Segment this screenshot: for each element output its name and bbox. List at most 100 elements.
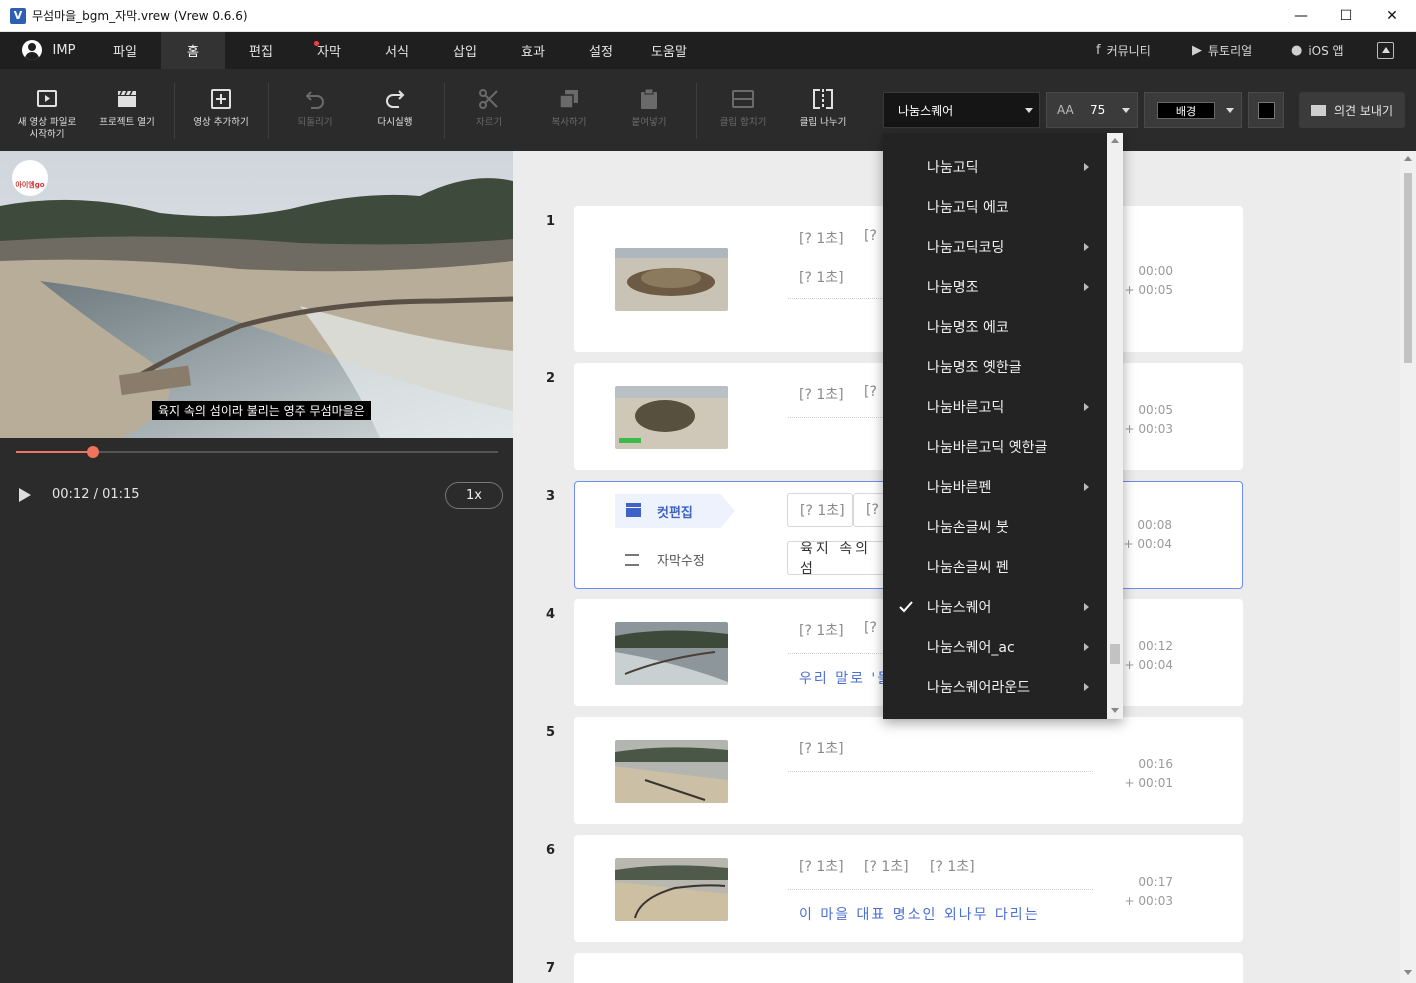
- tutorial-label: 튜토리얼: [1208, 44, 1253, 58]
- silence-marker[interactable]: [? 1초]: [799, 267, 844, 287]
- clip-card[interactable]: [574, 953, 1243, 983]
- progress-fill: [16, 451, 94, 453]
- menu-format[interactable]: 서식: [365, 32, 429, 69]
- community-link[interactable]: f 커뮤니티: [1096, 32, 1151, 69]
- copy-button[interactable]: 복사하기: [536, 69, 602, 151]
- clip-number: 7: [546, 961, 556, 976]
- font-family-dropdown: 나눔고딕 나눔고딕 에코 나눔고딕코딩 나눔명조 나눔명조 에코 나눔명조 옛한글 나눔바른…: [883, 133, 1123, 719]
- video-preview[interactable]: 아이엠go 육지 속의 섬이라 불리는 영주 무섬마을은: [0, 151, 513, 438]
- menu-help[interactable]: 도움말: [637, 32, 701, 69]
- progress-knob[interactable]: [87, 446, 100, 458]
- scroll-down-arrow[interactable]: [1111, 708, 1119, 713]
- background-select[interactable]: 배경: [1144, 92, 1242, 128]
- font-option[interactable]: 나눔바른고딕: [883, 387, 1107, 427]
- add-video-button[interactable]: 영상 추가하기: [186, 69, 256, 151]
- scroll-up-arrow[interactable]: [1404, 156, 1412, 161]
- scroll-up-arrow[interactable]: [1111, 138, 1119, 143]
- font-option[interactable]: 나눔손글씨 펜: [883, 547, 1107, 587]
- font-size-select[interactable]: AA 75: [1046, 92, 1138, 128]
- clip-thumbnail[interactable]: [615, 740, 728, 803]
- font-option[interactable]: 나눔바른펜: [883, 467, 1107, 507]
- font-option[interactable]: 나눔명조 에코: [883, 307, 1107, 347]
- clip-card[interactable]: [? 1초] 00:16 + 00:01: [574, 717, 1243, 824]
- font-option[interactable]: 나눔고딕코딩: [883, 227, 1107, 267]
- cut-button[interactable]: 자르기: [456, 69, 522, 151]
- close-button[interactable]: ✕: [1369, 0, 1415, 32]
- toolbar-divider: [444, 83, 445, 139]
- maximize-button[interactable]: ☐: [1323, 0, 1369, 32]
- split-clip-button[interactable]: 클립 나누기: [788, 69, 858, 151]
- silence-marker[interactable]: [? 1초]: [799, 228, 844, 248]
- silence-marker[interactable]: [? 1초]: [787, 493, 853, 527]
- subtitle-edit-tab[interactable]: 자막수정: [625, 550, 705, 569]
- new-video-label: 새 영상 파일로 시작하기: [17, 117, 77, 140]
- font-option[interactable]: 나눔명조 옛한글: [883, 347, 1107, 387]
- collapse-toolbar-icon[interactable]: [1377, 42, 1394, 59]
- user-name[interactable]: IMP: [48, 32, 80, 69]
- font-option[interactable]: 나눔스퀘어: [883, 587, 1107, 627]
- caption-text[interactable]: 우리 말로 '둘: [799, 668, 892, 688]
- paste-button[interactable]: 붙여넣기: [616, 69, 682, 151]
- silence-marker[interactable]: [? 1초]: [864, 856, 909, 876]
- clip-card[interactable]: [? 1초] [? 1초] [? 1초] 이 마을 대표 명소인 외나무 다리는…: [574, 835, 1243, 942]
- font-option[interactable]: 나눔고딕: [883, 147, 1107, 187]
- silence-marker[interactable]: [?: [864, 228, 877, 244]
- scroll-down-arrow[interactable]: [1404, 970, 1412, 975]
- chevron-down-icon: [1122, 108, 1130, 113]
- play-icon[interactable]: [19, 488, 31, 502]
- font-option[interactable]: 나눔손글씨 붓: [883, 507, 1107, 547]
- silence-marker[interactable]: [? 1초]: [799, 856, 844, 876]
- clip-thumbnail[interactable]: [615, 386, 728, 449]
- clip-duration: + 00:05: [1124, 283, 1173, 297]
- editor-scrollbar[interactable]: [1400, 151, 1416, 983]
- font-option[interactable]: 나눔바른고딕 옛한글: [883, 427, 1107, 467]
- tutorial-link[interactable]: ▶ 튜토리얼: [1192, 32, 1252, 69]
- font-option[interactable]: 나눔고딕 에코: [883, 187, 1107, 227]
- caption-input[interactable]: 육지 속의 섬: [787, 541, 891, 577]
- undo-button[interactable]: 되돌리기: [282, 69, 348, 151]
- cut-edit-tab[interactable]: 컷편집: [615, 494, 735, 528]
- silence-marker[interactable]: [? 1초]: [799, 620, 844, 640]
- new-video-button[interactable]: 새 영상 파일로 시작하기: [10, 69, 84, 151]
- playback-progress[interactable]: [16, 446, 498, 458]
- user-avatar-icon[interactable]: [22, 40, 42, 60]
- menu-home[interactable]: 홈: [161, 32, 225, 69]
- silence-marker[interactable]: [?: [864, 620, 877, 636]
- menu-settings[interactable]: 설정: [569, 32, 633, 69]
- dropdown-scroll-thumb[interactable]: [1110, 644, 1120, 664]
- clip-thumbnail[interactable]: [615, 248, 728, 311]
- paste-label: 붙여넣기: [631, 117, 667, 128]
- clip-thumbnail[interactable]: [615, 622, 728, 685]
- merge-clip-button[interactable]: 클립 합치기: [708, 69, 778, 151]
- scroll-thumb[interactable]: [1404, 173, 1412, 363]
- menu-edit[interactable]: 편집: [229, 32, 293, 69]
- open-project-button[interactable]: 프로젝트 열기: [92, 69, 162, 151]
- silence-marker[interactable]: [?: [864, 384, 877, 400]
- font-option-label: 나눔스퀘어_ac: [927, 640, 1015, 656]
- clip-timecode: 00:16 + 00:01: [1125, 755, 1173, 793]
- text-color-button[interactable]: [1248, 92, 1284, 128]
- silence-marker[interactable]: [? 1초]: [930, 856, 975, 876]
- font-family-select[interactable]: 나눔스퀘어: [883, 92, 1040, 128]
- menu-insert[interactable]: 삽입: [433, 32, 497, 69]
- font-option[interactable]: 나눔스퀘어라운드: [883, 667, 1107, 707]
- clip-duration: + 00:03: [1124, 894, 1173, 908]
- font-option[interactable]: 나눔명조: [883, 267, 1107, 307]
- caption-text[interactable]: 이 마을 대표 명소인 외나무 다리는: [799, 904, 1040, 924]
- vrew-window: V 무섬마을_bgm_자막.vrew (Vrew 0.6.6) — ☐ ✕ IM…: [0, 0, 1416, 983]
- font-option[interactable]: 나눔스퀘어_ac: [883, 627, 1107, 667]
- clip-thumbnail[interactable]: [615, 858, 728, 921]
- menu-effects[interactable]: 효과: [501, 32, 565, 69]
- minimize-button[interactable]: —: [1278, 0, 1324, 32]
- feedback-button[interactable]: 의견 보내기: [1299, 92, 1405, 128]
- menu-subtitle[interactable]: 자막: [297, 32, 361, 69]
- clip-duration: + 00:01: [1124, 776, 1173, 790]
- playback-speed-button[interactable]: 1x: [445, 482, 503, 509]
- channel-logo: 아이엠go: [12, 160, 48, 196]
- silence-marker[interactable]: [? 1초]: [799, 384, 844, 404]
- menu-file[interactable]: 파일: [93, 32, 157, 69]
- silence-marker[interactable]: [? 1초]: [799, 738, 844, 758]
- dropdown-scrollbar[interactable]: [1107, 133, 1123, 719]
- redo-button[interactable]: 다시실행: [362, 69, 428, 151]
- ios-app-link[interactable]: ● iOS 앱: [1291, 32, 1344, 69]
